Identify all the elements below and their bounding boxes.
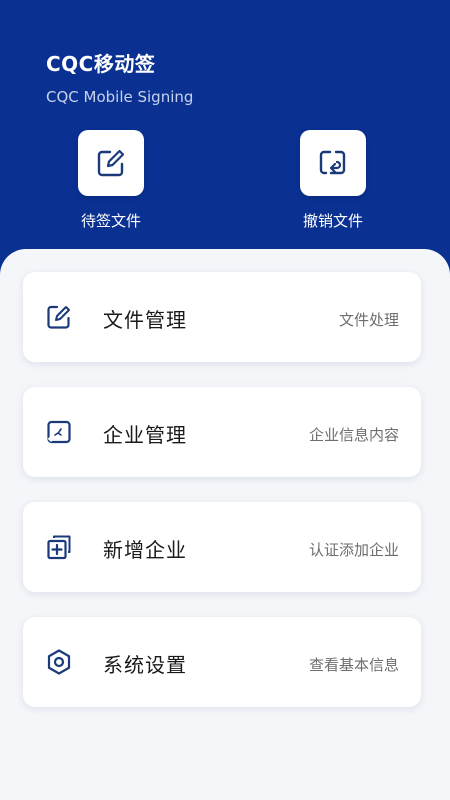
menu-item-title: 文件管理 (103, 308, 187, 332)
settings-icon (47, 649, 71, 675)
app-subtitle: CQC Mobile Signing (46, 88, 194, 106)
revoke-document-icon (319, 150, 346, 175)
menu-item-system-settings[interactable]: 系统设置 查看基本信息 (23, 617, 421, 707)
quick-action-label: 待签文件 (80, 212, 141, 230)
app-title: CQC移动签 (46, 52, 156, 76)
header: CQC移动签 CQC Mobile Signing 待签文件 撤销文件 (0, 0, 450, 290)
menu-item-enterprise-management[interactable]: 企业管理 企业信息内容 (23, 387, 421, 477)
edit-document-icon (97, 149, 125, 177)
quick-action-revoke-files-box[interactable] (300, 130, 366, 196)
menu-item-subtitle: 认证添加企业 (308, 541, 399, 559)
menu-item-subtitle: 文件处理 (338, 311, 399, 329)
quick-action-pending-files[interactable]: 待签文件 (51, 130, 171, 231)
menu-item-file-management[interactable]: 文件管理 文件处理 (23, 272, 421, 362)
menu-item-title: 系统设置 (103, 653, 187, 677)
menu-item-title: 新增企业 (103, 538, 187, 562)
menu-item-subtitle: 企业信息内容 (308, 426, 399, 444)
menu-item-title: 企业管理 (103, 423, 187, 447)
quick-action-revoke-files[interactable]: 撤销文件 (273, 130, 393, 231)
edit-document-icon (47, 305, 70, 329)
quick-action-label: 撤销文件 (302, 212, 363, 230)
quick-action-pending-files-box[interactable] (78, 130, 144, 196)
add-enterprise-icon (47, 535, 71, 560)
menu-panel: 文件管理 文件处理 企业管理 企业信息内容 新增企业 认证添加企业 系统设置 查… (0, 249, 450, 800)
menu-item-subtitle: 查看基本信息 (308, 656, 399, 674)
enterprise-icon (47, 420, 71, 444)
menu-item-add-enterprise[interactable]: 新增企业 认证添加企业 (23, 502, 421, 592)
